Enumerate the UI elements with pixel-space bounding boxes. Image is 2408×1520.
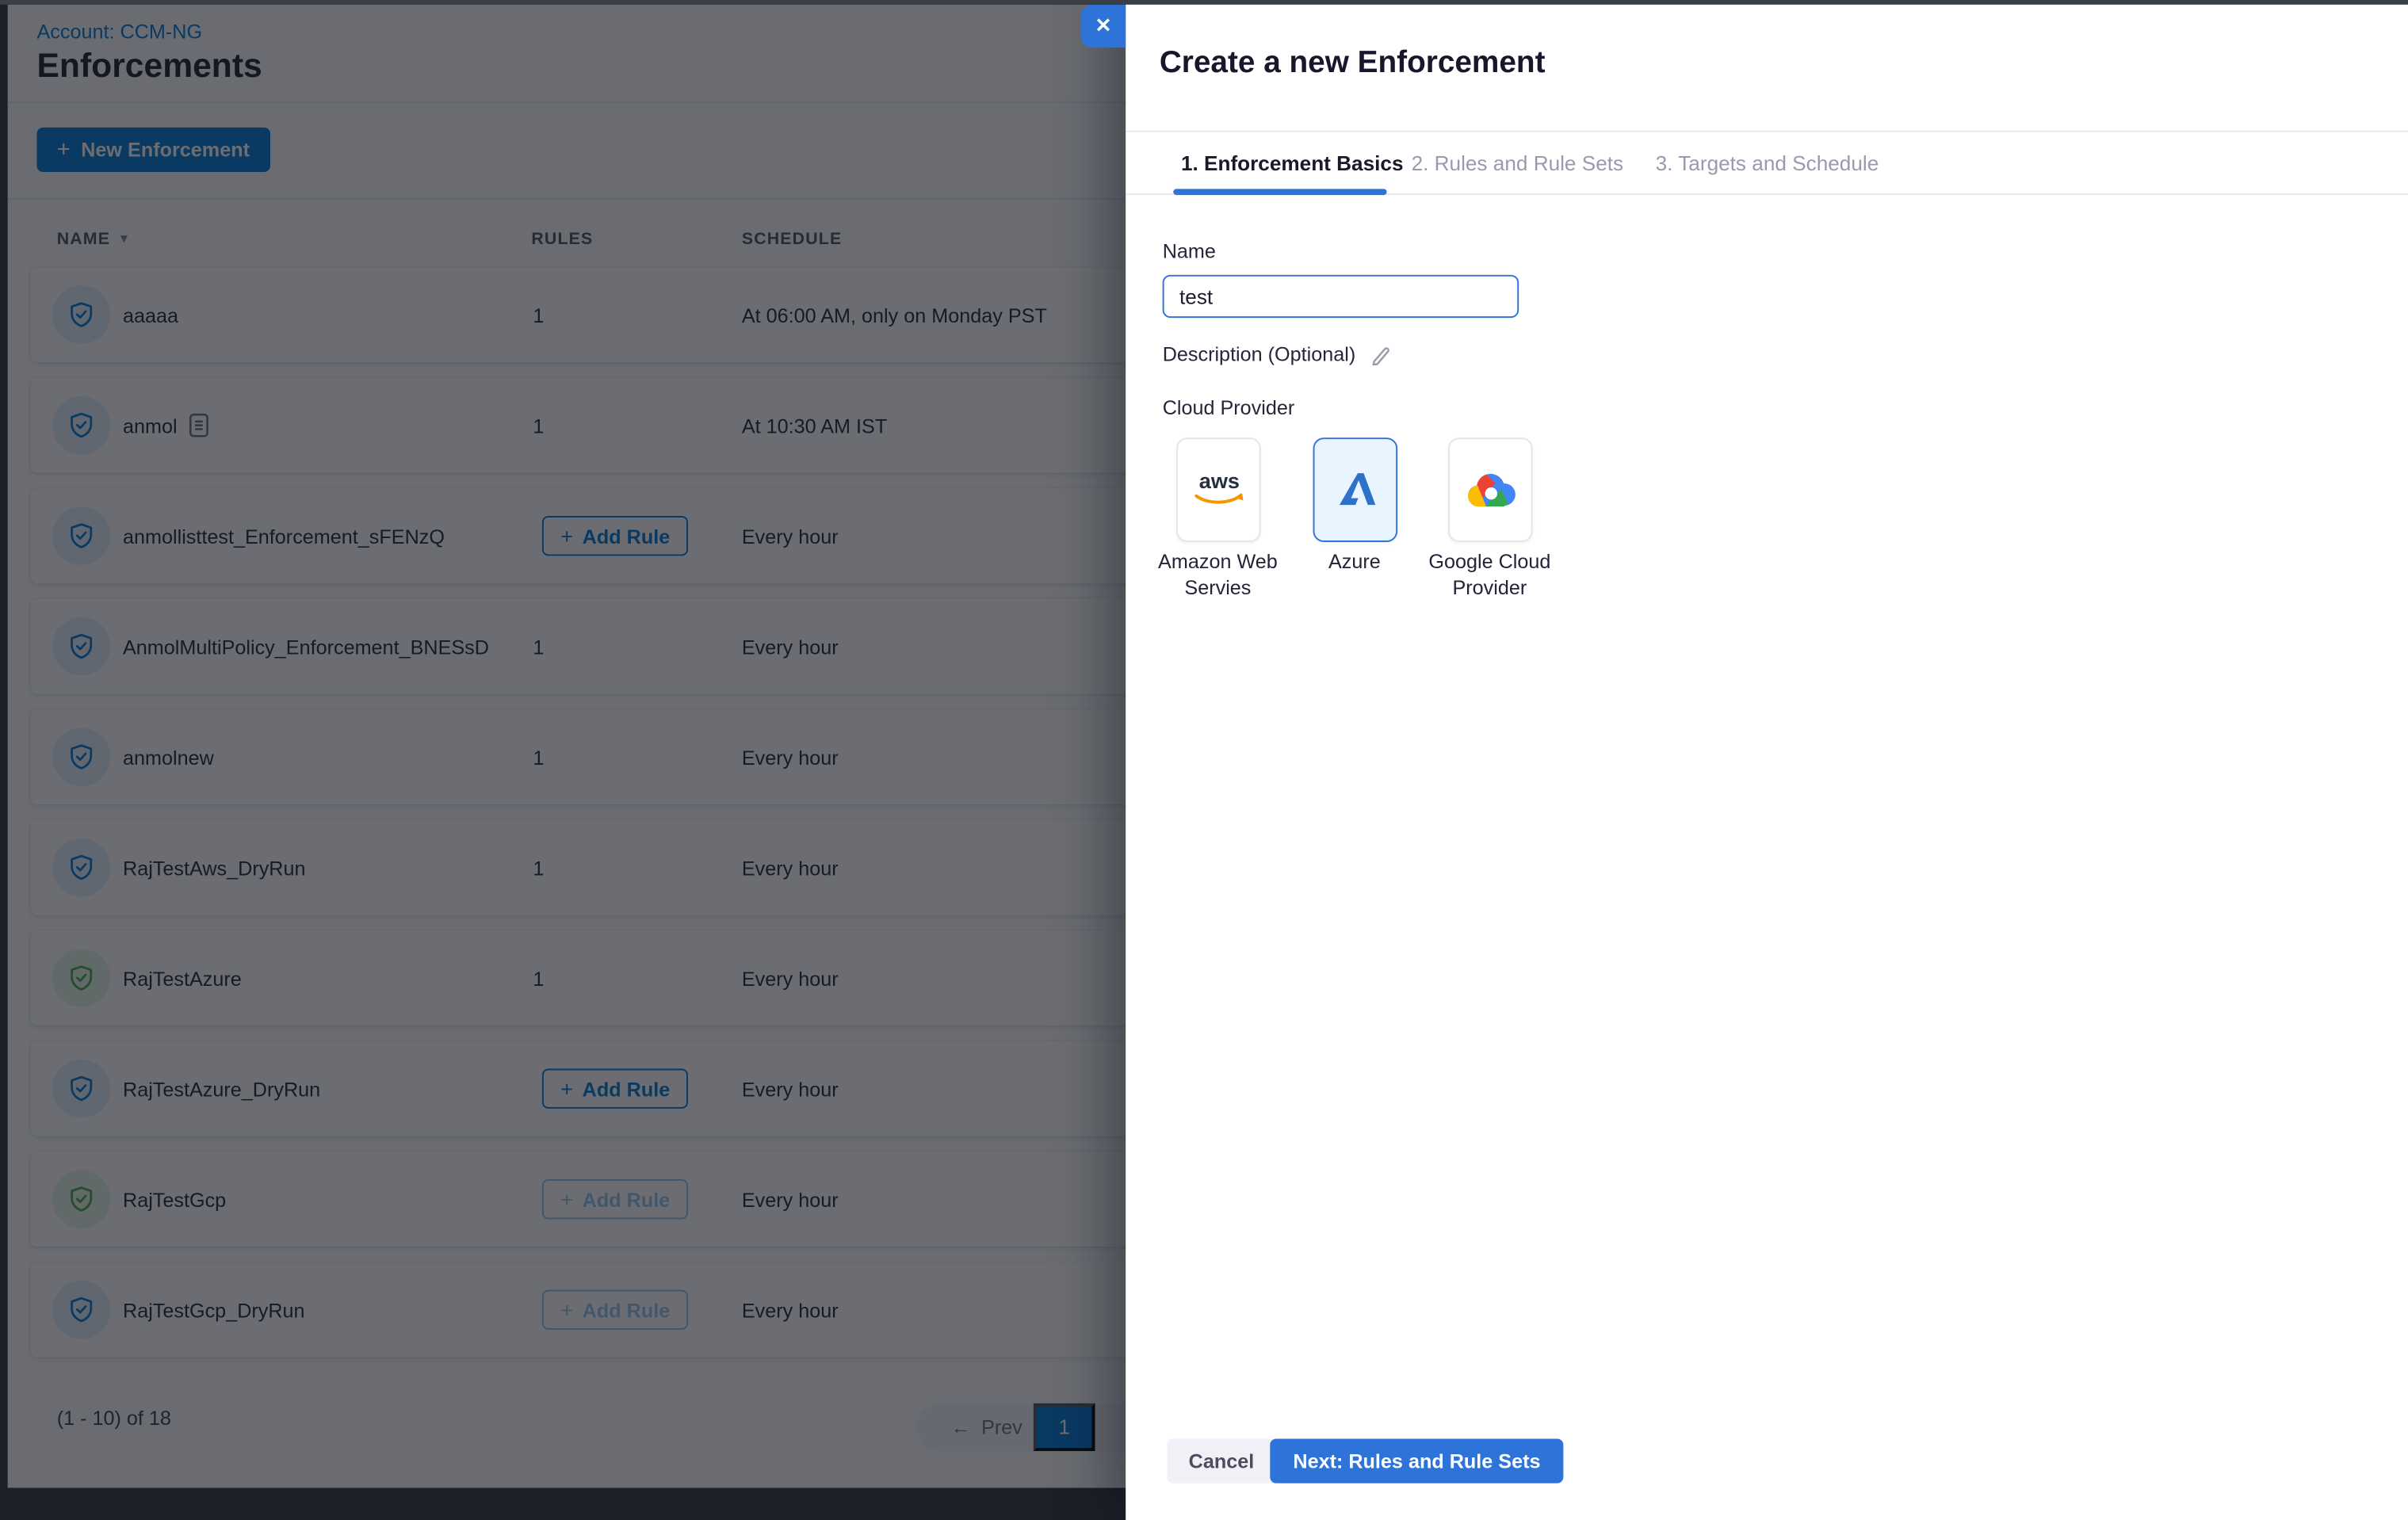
cancel-button[interactable]: Cancel [1167,1438,1276,1484]
active-tab-indicator [1173,189,1387,196]
azure-logo-icon [1338,473,1375,506]
gcp-logo-icon [1467,472,1515,506]
cloud-provider-label: Cloud Provider [1162,395,1295,419]
create-enforcement-drawer: ✕ Create a new Enforcement 1. Enforcemen… [1081,0,2408,1520]
name-label: Name [1162,239,1216,263]
wizard-tabs: 1. Enforcement Basics 2. Rules and Rule … [1126,132,2408,196]
aws-logo-text: aws [1198,468,1239,493]
name-input[interactable] [1162,274,1519,319]
window-top-edge [0,0,2408,5]
description-row: Description (Optional) [1162,342,1393,366]
description-label: Description (Optional) [1162,342,1356,366]
drawer-title: Create a new Enforcement [1159,46,1546,80]
next-button[interactable]: Next: Rules and Rule Sets [1270,1438,1564,1484]
provider-card-gcp[interactable] [1448,437,1533,542]
edit-pencil-icon[interactable] [1370,342,1393,366]
provider-card-azure[interactable] [1313,437,1398,542]
tab-targets-and-schedule[interactable]: 3. Targets and Schedule [1656,132,1879,194]
screen: Account: CCM-NG Enforcements + New Enfor… [0,0,2408,1520]
tab-enforcement-basics[interactable]: 1. Enforcement Basics [1181,132,1404,194]
provider-label-gcp: Google Cloud Provider [1428,549,1551,598]
close-icon[interactable]: ✕ [1081,4,1126,48]
provider-label-aws: Amazon Web Servies [1158,549,1278,598]
provider-card-aws[interactable]: aws [1176,437,1261,542]
tab-rules-and-rule-sets[interactable]: 2. Rules and Rule Sets [1412,132,1624,194]
aws-logo-icon: aws [1194,468,1243,504]
